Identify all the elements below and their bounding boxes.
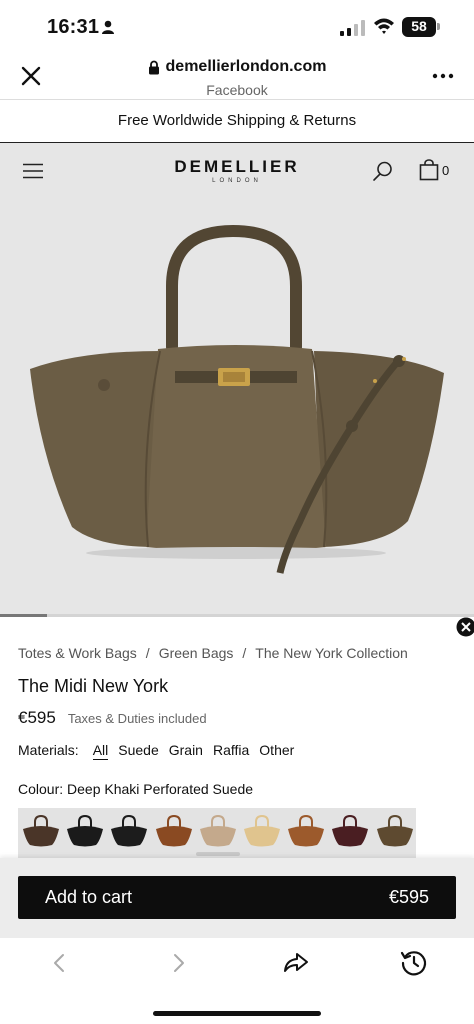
material-option-raffia[interactable]: Raffia: [213, 742, 249, 760]
status-bar: 16:31 58: [0, 0, 474, 50]
breadcrumb: Totes & Work Bags / Green Bags / The New Yor…: [18, 645, 408, 661]
product-bag-image: [30, 224, 444, 574]
site-header: DEMELLIER LONDON: [0, 143, 474, 201]
colour-label: Colour: Deep Khaki Perforated Suede: [18, 781, 254, 797]
product-price: €595: [18, 708, 56, 727]
status-time: 16:31: [47, 16, 100, 38]
promo-banner[interactable]: Free Worldwide Shipping & Returns: [0, 101, 474, 143]
battery-level: 58: [411, 18, 427, 34]
colour-swatch[interactable]: [18, 808, 62, 858]
price-line: €595 Taxes & Duties included: [18, 708, 207, 728]
breadcrumb-item-green-bags[interactable]: Green Bags: [159, 645, 234, 661]
swatch-bag-icon: [288, 814, 325, 847]
swatch-bag-icon: [23, 814, 59, 847]
colour-swatch[interactable]: [327, 808, 371, 858]
materials-filter: Materials: All Suede Grain Raffia Other: [18, 742, 294, 760]
material-option-other[interactable]: Other: [259, 742, 294, 760]
swatch-bag-icon: [376, 814, 413, 847]
logo-subtitle: LONDON: [212, 178, 262, 184]
shopping-bag-icon[interactable]: [419, 159, 439, 181]
colour-swatch[interactable]: [151, 808, 195, 858]
materials-label: Materials:: [18, 742, 79, 758]
brand-logo[interactable]: DEMELLIER LONDON: [0, 157, 474, 184]
swatch-bag-icon: [67, 814, 104, 847]
colour-swatch[interactable]: [283, 808, 327, 858]
battery-cap: [437, 23, 440, 30]
breadcrumb-item-collection[interactable]: The New York Collection: [255, 645, 408, 661]
logo-wordmark: DEMELLIER: [174, 157, 300, 176]
swatch-bag-icon: [155, 814, 192, 847]
swatch-bag-icon: [199, 814, 236, 847]
battery-indicator: 58: [402, 17, 436, 37]
colour-swatches: [18, 808, 416, 858]
person-icon: [102, 20, 114, 34]
add-to-cart-button[interactable]: Add to cart €595: [18, 876, 456, 919]
colour-swatch[interactable]: [239, 808, 283, 858]
swatch-scroll-indicator: [196, 852, 240, 856]
product-image[interactable]: [0, 201, 474, 617]
search-icon[interactable]: [372, 160, 394, 182]
material-option-suede[interactable]: Suede: [118, 742, 158, 760]
cellular-signal-icon: [340, 20, 365, 36]
browser-toolbar: [0, 938, 474, 1024]
tax-note: Taxes & Duties included: [67, 711, 207, 726]
material-option-all[interactable]: All: [92, 742, 109, 760]
colour-swatch[interactable]: [106, 808, 150, 858]
home-indicator[interactable]: [153, 1011, 321, 1016]
wifi-icon: [374, 18, 394, 34]
gallery-progress-fill: [0, 614, 48, 617]
add-to-cart-price: €595: [388, 887, 429, 907]
back-icon[interactable]: [50, 952, 68, 974]
swatch-bag-icon: [243, 814, 280, 847]
url-source: Facebook: [206, 81, 268, 98]
swatch-bag-icon: [111, 814, 148, 847]
share-icon[interactable]: [282, 949, 310, 975]
url-domain: demellierlondon.com: [165, 58, 327, 75]
breadcrumb-item-totes[interactable]: Totes & Work Bags: [18, 645, 137, 661]
colour-swatch[interactable]: [195, 808, 239, 858]
more-options-icon[interactable]: [432, 73, 454, 79]
forward-icon[interactable]: [170, 952, 188, 974]
lock-icon: [148, 60, 159, 74]
product-title: The Midi New York: [18, 676, 169, 696]
colour-swatch[interactable]: [372, 808, 416, 858]
colour-swatch[interactable]: [62, 808, 106, 858]
add-to-cart-label: Add to cart: [45, 887, 133, 907]
add-to-cart-panel: Add to cart €595: [0, 858, 474, 938]
history-icon[interactable]: [400, 949, 428, 977]
dismiss-icon[interactable]: [456, 617, 474, 637]
gallery-progress-bar: [0, 614, 474, 617]
url-display[interactable]: demellierlondon.com Facebook: [0, 58, 474, 98]
cart-count[interactable]: 0: [442, 163, 449, 178]
material-option-grain[interactable]: Grain: [169, 742, 203, 760]
swatch-bag-icon: [332, 814, 369, 847]
browser-address-bar: demellierlondon.com Facebook: [0, 50, 474, 100]
